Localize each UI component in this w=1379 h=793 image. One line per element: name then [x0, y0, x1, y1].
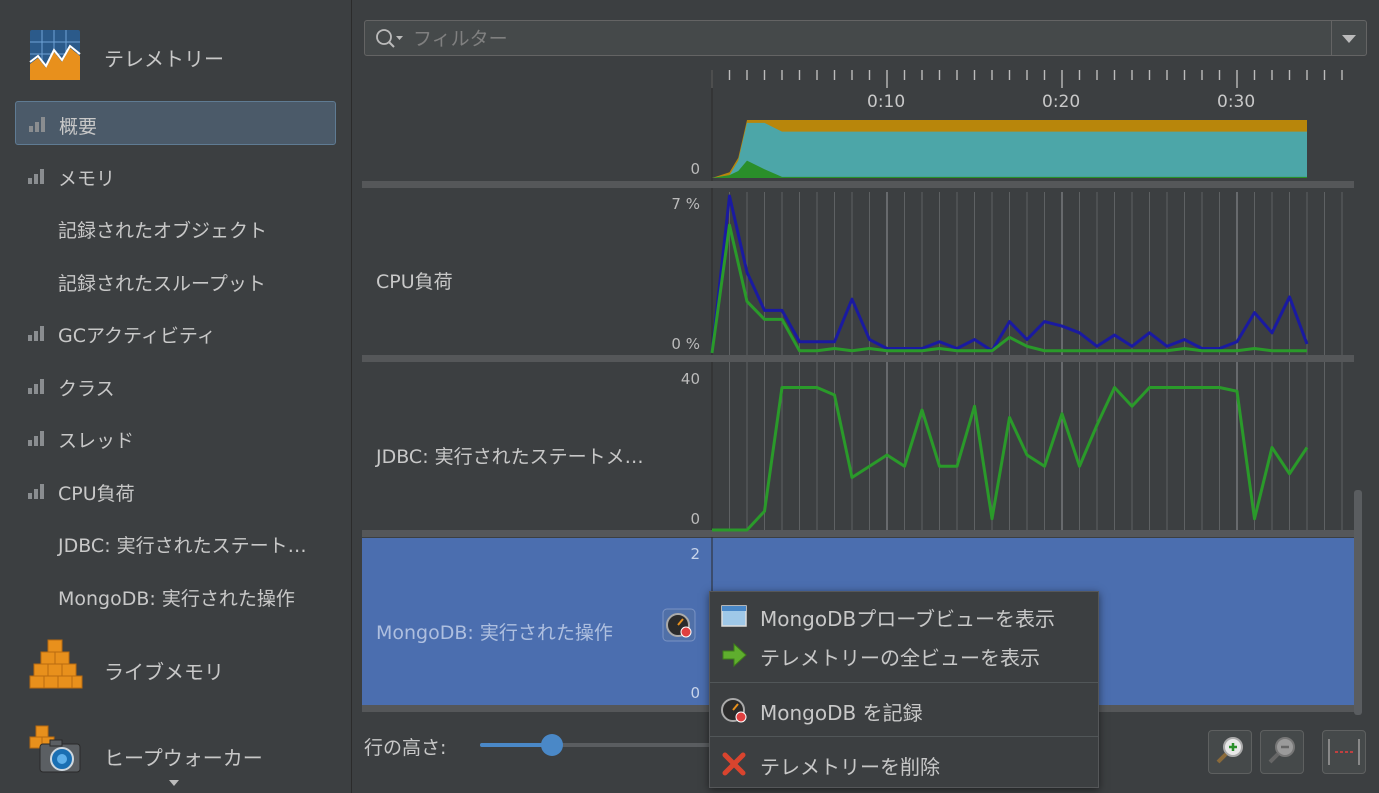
menu-item-record-mongodb[interactable]: MongoDB を記録	[710, 691, 1098, 729]
scroll-down-arrow-icon[interactable]	[169, 780, 179, 786]
bar-chart-icon	[29, 117, 45, 132]
fit-to-window-button[interactable]	[1322, 730, 1366, 774]
menu-separator	[710, 736, 1098, 737]
green-arrow-icon	[722, 642, 747, 668]
gauge-record-icon	[721, 698, 747, 723]
cpu-y-max: 7 %	[671, 195, 700, 213]
sidebar-item-7[interactable]: CPU負荷	[15, 469, 336, 513]
sidebar-item-9[interactable]: MongoDB: 実行された操作	[15, 574, 336, 618]
zoom-in-icon	[1216, 737, 1243, 764]
heap-walker-header-label: ヒープウォーカー	[104, 746, 263, 770]
telemetry-header-label: テレメトリー	[104, 47, 224, 71]
telemetry-section-header[interactable]: テレメトリー	[0, 23, 351, 93]
menu-item-delete-telemetry[interactable]: テレメトリーを削除	[710, 745, 1098, 783]
sidebar-item-1[interactable]: メモリ	[15, 154, 336, 198]
telemetry-icon	[29, 30, 81, 80]
chevron-down-icon	[1342, 35, 1356, 43]
menu-item-label: テレメトリーの全ビューを表示	[760, 646, 1040, 670]
bar-chart-icon	[28, 483, 44, 499]
sidebar-item-label: クラス	[58, 377, 115, 400]
menu-item-show-all-telemetry-views[interactable]: テレメトリーの全ビューを表示	[710, 636, 1098, 674]
main-panel: 0:10 0:20 0:30 0 CPU負荷 7 % 0 % JDBC: 実行さ…	[352, 0, 1379, 793]
sidebar-item-8[interactable]: JDBC: 実行されたステート…	[15, 521, 336, 565]
zoom-out-icon	[1268, 737, 1295, 764]
sidebar-item-4[interactable]: GCアクティビティ	[15, 311, 336, 355]
sidebar-item-label: MongoDB: 実行された操作	[58, 587, 295, 610]
mongodb-y-max: 2	[690, 545, 700, 563]
time-tick-label: 0:30	[1217, 92, 1256, 112]
sidebar-item-label: JDBC: 実行されたステート…	[58, 535, 307, 557]
row-separator	[362, 181, 1354, 188]
menu-item-label: MongoDB を記録	[760, 701, 923, 725]
cpu-row-label[interactable]: CPU負荷	[376, 267, 453, 294]
jdbc-y-max: 40	[680, 370, 700, 388]
row-separator	[362, 355, 1354, 362]
filter-field[interactable]	[364, 20, 1367, 56]
mongodb-record-gauge-icon[interactable]	[662, 608, 696, 642]
zoom-out-button[interactable]	[1260, 730, 1304, 774]
mongodb-row-label[interactable]: MongoDB: 実行された操作	[376, 618, 613, 645]
sidebar-item-6[interactable]: スレッド	[15, 416, 336, 460]
sidebar-item-label: GCアクティビティ	[58, 325, 216, 347]
sidebar-item-3[interactable]: 記録されたスループット	[15, 259, 336, 303]
menu-item-label: MongoDBプローブビューを表示	[760, 607, 1056, 631]
bar-chart-icon	[28, 326, 44, 341]
live-memory-icon	[29, 639, 83, 689]
row-height-slider[interactable]	[480, 734, 720, 756]
sidebar-item-0[interactable]: 概要	[15, 101, 336, 145]
zoom-in-button[interactable]	[1208, 730, 1252, 774]
filter-input[interactable]	[411, 25, 1315, 53]
window-icon	[721, 605, 747, 627]
time-tick-label: 0:20	[1042, 92, 1081, 112]
sidebar-item-2[interactable]: 記録されたオブジェクト	[15, 206, 336, 250]
memory-y-min: 0	[690, 160, 700, 178]
menu-item-show-mongodb-probe-view[interactable]: MongoDBプローブビューを表示	[710, 597, 1098, 635]
fit-width-icon	[1328, 739, 1360, 765]
jdbc-y-min: 0	[690, 510, 700, 528]
live-memory-section-header[interactable]: ライブメモリ	[0, 636, 351, 706]
sidebar-item-label: 記録されたオブジェクト	[58, 220, 268, 242]
jdbc-row-label[interactable]: JDBC: 実行されたステートメ…	[376, 442, 644, 469]
row-height-slider-thumb[interactable]	[541, 734, 563, 756]
menu-item-label: テレメトリーを削除	[760, 755, 940, 779]
time-tick-label: 0:10	[867, 92, 906, 112]
heap-walker-icon	[29, 725, 81, 773]
sidebar-item-5[interactable]: クラス	[15, 364, 336, 408]
sidebar-item-label: スレッド	[58, 430, 135, 452]
cpu-y-min: 0 %	[671, 335, 700, 353]
row-separator	[362, 530, 1354, 537]
bar-chart-icon	[28, 378, 44, 394]
sidebar-item-label: CPU負荷	[58, 482, 135, 505]
sidebar-item-label: メモリ	[58, 167, 116, 190]
row-height-label: 行の高さ:	[364, 737, 447, 759]
vertical-scrollbar	[1354, 490, 1362, 715]
bar-chart-icon	[28, 168, 44, 184]
red-x-icon	[722, 752, 746, 776]
menu-separator	[710, 682, 1098, 683]
sidebar-item-label: 記録されたスループット	[58, 272, 266, 295]
bar-chart-icon	[28, 431, 44, 446]
search-icon[interactable]	[375, 28, 405, 50]
sidebar: テレメトリー 概要メモリ記録されたオブジェクト 記録されたスループット GCアクティ…	[0, 0, 352, 793]
mongodb-y-min: 0	[690, 684, 700, 702]
live-memory-header-label: ライブメモリ	[104, 660, 224, 684]
sidebar-item-label: 概要	[59, 116, 98, 138]
filter-history-dropdown[interactable]	[1331, 21, 1366, 55]
context-menu: MongoDBプローブビューを表示 テレメトリーの全ビューを表示 MongoDB…	[709, 591, 1099, 788]
